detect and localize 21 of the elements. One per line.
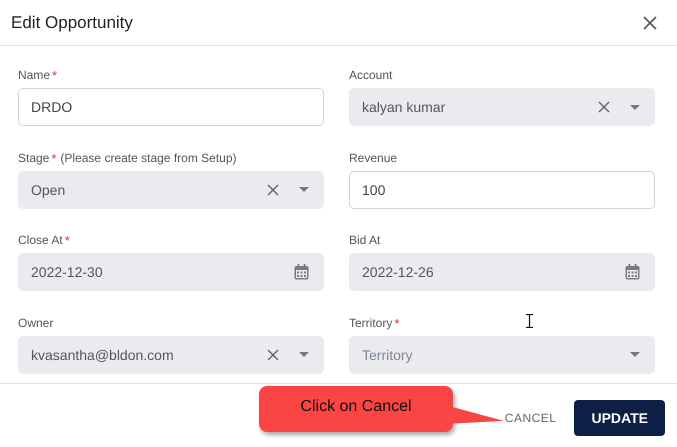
field-label: Owner xyxy=(18,316,54,330)
required-mark: * xyxy=(394,316,400,330)
input-field[interactable]: 100 xyxy=(349,170,655,208)
field-label: Territory xyxy=(349,316,392,330)
dialog-title: Edit Opportunity xyxy=(11,12,133,32)
input-field[interactable]: DRDO xyxy=(18,88,324,126)
update-button[interactable]: UPDATE xyxy=(574,400,665,436)
cancel-button[interactable]: CANCEL xyxy=(504,403,556,433)
field-label: Bid At xyxy=(349,233,380,247)
required-mark: * xyxy=(52,68,58,83)
required-mark: * xyxy=(51,150,56,166)
callout-text: Click on Cancel xyxy=(300,398,412,416)
field-note: (Please create stage from Setup) xyxy=(60,150,237,164)
field-label: Stage xyxy=(18,150,50,164)
field-label: Close At xyxy=(18,233,63,247)
required-mark: * xyxy=(64,233,70,248)
text-cursor-icon xyxy=(526,314,533,328)
field-label: Account xyxy=(349,68,392,82)
field-label: Revenue xyxy=(349,150,398,164)
close-icon[interactable] xyxy=(643,16,657,30)
field-label: Name xyxy=(18,68,50,82)
